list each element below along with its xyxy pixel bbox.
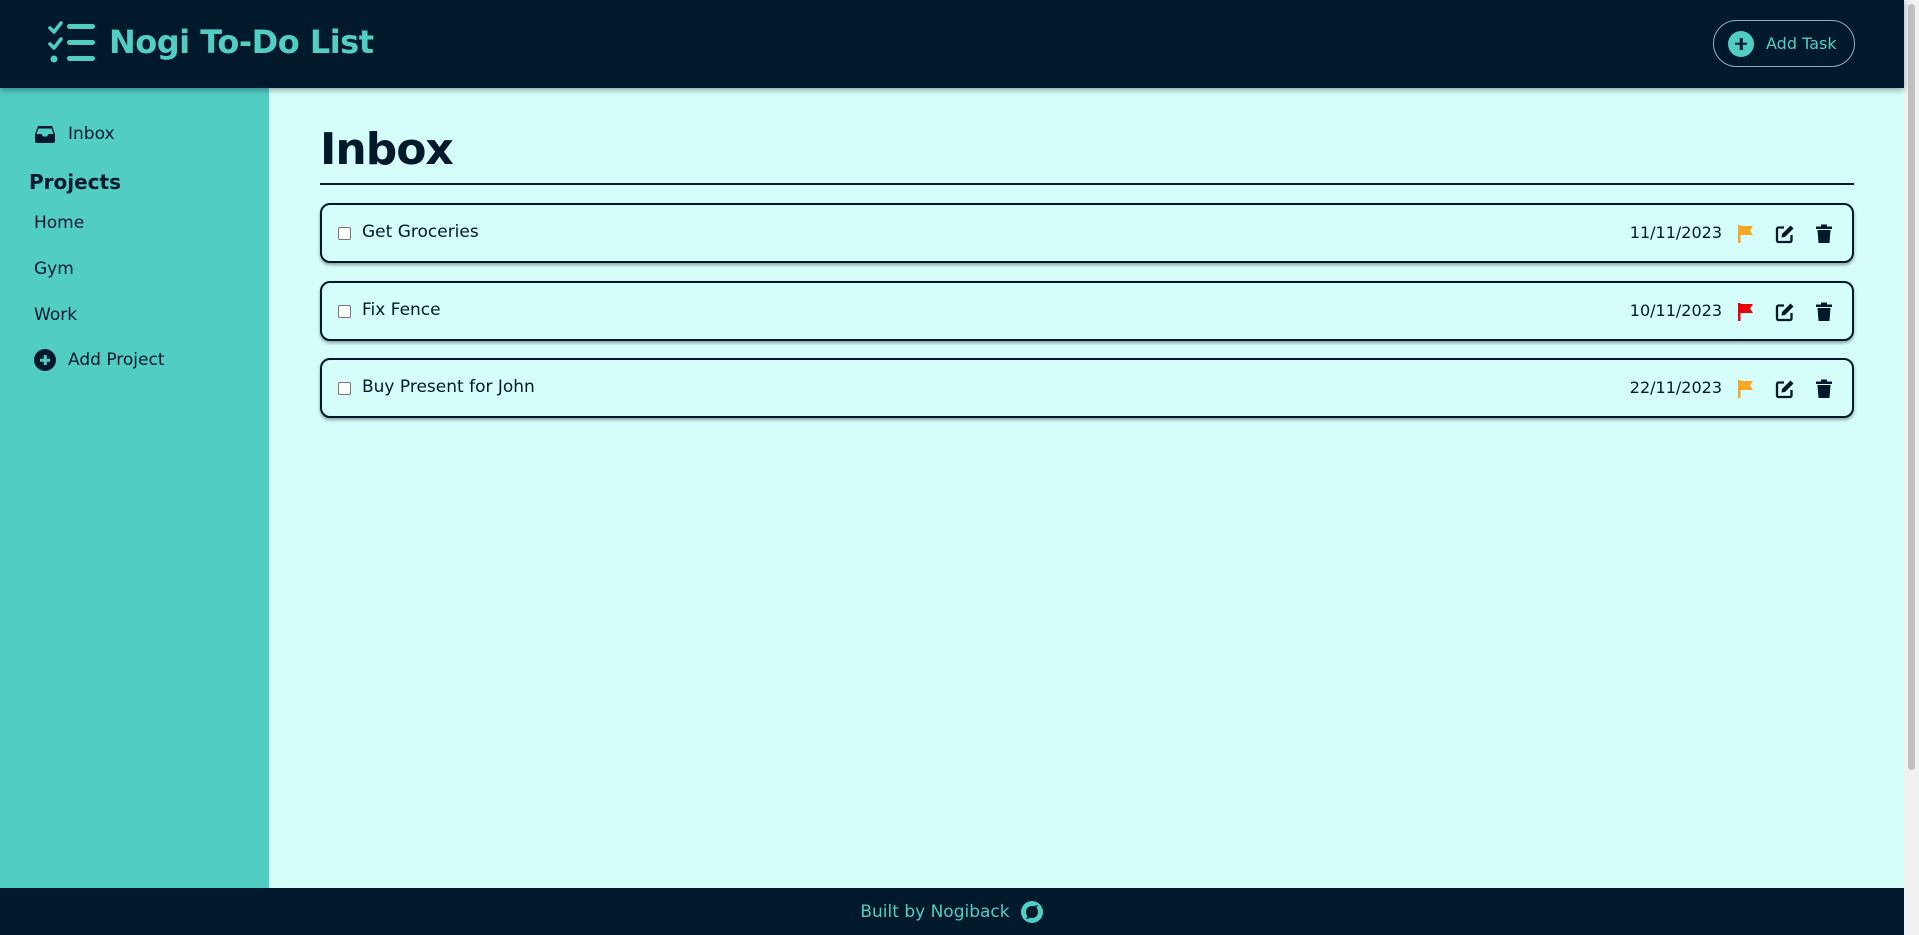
app-title: Nogi To-Do List xyxy=(109,23,374,61)
scrollbar-thumb[interactable] xyxy=(1908,4,1915,770)
task-checkbox[interactable] xyxy=(338,227,351,240)
task-name: Buy Present for John xyxy=(362,377,535,397)
app-header: Nogi To-Do List Add Task xyxy=(0,0,1904,88)
sidebar-item-label: Work xyxy=(34,305,78,325)
projects-heading: Projects xyxy=(29,170,122,194)
task-row[interactable]: Buy Present for John 22/11/2023 xyxy=(320,358,1854,418)
task-name: Get Groceries xyxy=(362,222,479,242)
add-task-label: Add Task xyxy=(1766,34,1837,53)
trash-icon[interactable] xyxy=(1814,379,1834,399)
github-icon[interactable] xyxy=(1020,900,1044,924)
sidebar-item-label: Inbox xyxy=(68,124,115,144)
trash-icon[interactable] xyxy=(1814,302,1834,322)
page-title: Inbox xyxy=(320,124,454,175)
inbox-icon xyxy=(35,126,55,143)
task-date: 22/11/2023 xyxy=(1629,378,1722,397)
main-content: Inbox Get Groceries 11/11/2023 Fix Fence… xyxy=(269,88,1904,888)
sidebar: Inbox Projects Home Gym Work Add Project xyxy=(0,88,269,888)
edit-icon[interactable] xyxy=(1775,302,1795,322)
add-task-button[interactable]: Add Task xyxy=(1713,20,1855,67)
flag-icon[interactable] xyxy=(1736,379,1756,399)
trash-icon[interactable] xyxy=(1814,224,1834,244)
task-row[interactable]: Fix Fence 10/11/2023 xyxy=(320,281,1854,341)
task-checkbox[interactable] xyxy=(338,382,351,395)
sidebar-item-label: Home xyxy=(34,213,85,233)
sidebar-item-gym[interactable]: Gym xyxy=(34,259,74,279)
sidebar-item-home[interactable]: Home xyxy=(34,213,84,233)
plus-circle-icon xyxy=(34,349,56,371)
task-checkbox[interactable] xyxy=(338,305,351,318)
edit-icon[interactable] xyxy=(1775,224,1795,244)
task-date: 10/11/2023 xyxy=(1629,301,1722,320)
add-project-label: Add Project xyxy=(68,350,165,370)
page-scrollbar[interactable] xyxy=(1904,0,1919,935)
flag-icon[interactable] xyxy=(1736,302,1756,322)
app-logo[interactable]: Nogi To-Do List xyxy=(47,20,374,64)
edit-icon[interactable] xyxy=(1775,379,1795,399)
flag-icon[interactable] xyxy=(1736,224,1756,244)
checklist-icon xyxy=(48,21,95,63)
task-row[interactable]: Get Groceries 11/11/2023 xyxy=(320,203,1854,263)
sidebar-item-inbox[interactable]: Inbox xyxy=(34,124,115,144)
footer-text: Built by Nogiback xyxy=(860,901,1010,922)
task-date: 11/11/2023 xyxy=(1629,223,1722,242)
add-project-button[interactable]: Add Project xyxy=(34,349,164,371)
task-name: Fix Fence xyxy=(362,300,441,320)
sidebar-item-work[interactable]: Work xyxy=(34,305,77,325)
app-footer: Built by Nogiback xyxy=(0,888,1904,935)
plus-circle-icon xyxy=(1728,30,1754,57)
sidebar-item-label: Gym xyxy=(34,259,74,279)
title-divider xyxy=(320,183,1854,185)
